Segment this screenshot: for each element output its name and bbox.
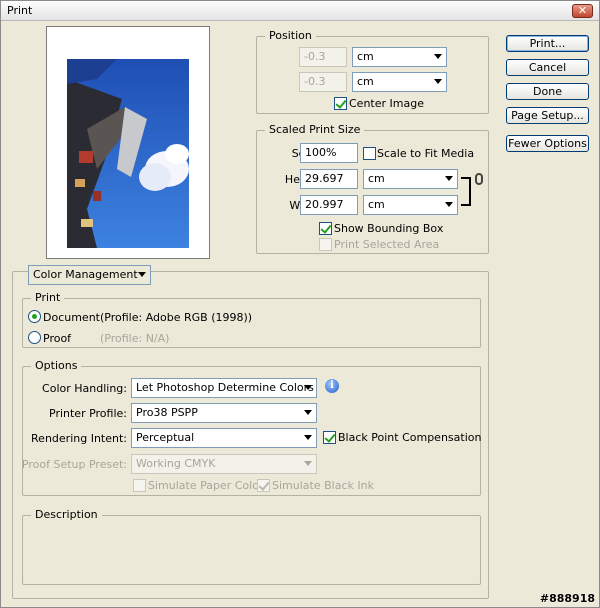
center-image-label: Center Image (349, 97, 424, 110)
simulate-ink-label: Simulate Black Ink (272, 479, 374, 492)
center-image-checkbox[interactable] (334, 97, 347, 110)
chevron-down-icon (304, 385, 312, 390)
chain-link-icon[interactable] (475, 173, 483, 185)
link-bracket (461, 177, 471, 206)
fewer-options-button[interactable]: Fewer Options (506, 135, 589, 152)
print-dialog: Print ✕ Position -0.3 cm -0.3 cm Center … (0, 0, 600, 608)
height-unit-select[interactable]: cm (363, 169, 458, 189)
chevron-down-icon (138, 272, 146, 277)
simulate-ink-checkbox[interactable] (257, 479, 270, 492)
position-group-label: Position (265, 29, 316, 42)
black-point-checkbox[interactable] (323, 431, 336, 444)
title-bar: Print ✕ (1, 1, 599, 21)
window-title: Print (7, 4, 33, 17)
rendering-intent-value: Perceptual (136, 431, 195, 444)
rendering-intent-label: Rendering Intent: (31, 432, 127, 445)
scaled-print-size-label: Scaled Print Size (265, 123, 365, 136)
printer-profile-value: Pro38 PSPP (136, 406, 198, 419)
chevron-down-icon (434, 54, 442, 59)
proof-radio[interactable] (28, 331, 41, 344)
chevron-down-icon (445, 176, 453, 181)
proof-label: Proof (43, 332, 72, 345)
scale-to-fit-label: Scale to Fit Media (377, 147, 475, 160)
info-icon[interactable]: i (325, 379, 339, 393)
height-unit-value: cm (368, 172, 385, 185)
chevron-down-icon (304, 410, 312, 415)
color-management-value: Color Management (33, 268, 138, 281)
simulate-paper-checkbox[interactable] (133, 479, 146, 492)
top-input[interactable]: -0.3 (299, 47, 347, 67)
height-input[interactable]: 29.697 (300, 169, 358, 189)
simulate-paper-label: Simulate Paper Color (148, 479, 264, 492)
black-point-label: Black Point Compensation (338, 431, 482, 444)
print-button[interactable]: Print... (506, 35, 589, 52)
color-handling-select[interactable]: Let Photoshop Determine Colors (131, 378, 317, 398)
chevron-down-icon (434, 79, 442, 84)
width-unit-value: cm (368, 198, 385, 211)
watermark-text: #888918 (539, 592, 595, 605)
show-bounding-box-checkbox[interactable] (319, 222, 332, 235)
document-radio[interactable] (28, 310, 41, 323)
print-selected-area-checkbox[interactable] (319, 238, 332, 251)
scale-input[interactable]: 100% (300, 143, 358, 163)
color-handling-label: Color Handling: (42, 382, 127, 395)
color-management-select[interactable]: Color Management (28, 265, 151, 285)
left-unit-select[interactable]: cm (352, 72, 447, 92)
cancel-button[interactable]: Cancel (506, 59, 589, 76)
top-unit-select[interactable]: cm (352, 47, 447, 67)
close-button[interactable]: ✕ (572, 4, 593, 18)
document-profile-text: (Profile: Adobe RGB (1998)) (100, 311, 253, 324)
chevron-down-icon (304, 461, 312, 466)
proof-profile-text: (Profile: N/A) (100, 332, 170, 345)
scale-to-fit-checkbox[interactable] (363, 147, 376, 160)
width-input[interactable]: 20.997 (300, 195, 358, 215)
rendering-intent-select[interactable]: Perceptual (131, 428, 317, 448)
width-unit-select[interactable]: cm (363, 195, 458, 215)
color-handling-value: Let Photoshop Determine Colors (136, 381, 314, 394)
document-label: Document (43, 311, 100, 324)
print-selected-area-label: Print Selected Area (334, 238, 440, 251)
show-bounding-box-label: Show Bounding Box (334, 222, 444, 235)
printer-profile-select[interactable]: Pro38 PSPP (131, 403, 317, 423)
print-preview (46, 26, 210, 259)
done-button[interactable]: Done (506, 83, 589, 100)
printer-profile-label: Printer Profile: (49, 407, 127, 420)
chevron-down-icon (304, 435, 312, 440)
proof-setup-label: Proof Setup Preset: (21, 458, 127, 471)
print-source-label: Print (31, 291, 65, 304)
page-setup-button[interactable]: Page Setup... (506, 107, 589, 124)
proof-setup-select[interactable]: Working CMYK (131, 454, 317, 474)
left-unit-value: cm (357, 75, 374, 88)
left-input[interactable]: -0.3 (299, 72, 347, 92)
proof-setup-value: Working CMYK (136, 457, 216, 470)
options-label: Options (31, 359, 82, 372)
description-group: Description (22, 508, 481, 585)
description-label: Description (31, 508, 102, 521)
preview-image (67, 59, 189, 248)
top-unit-value: cm (357, 50, 374, 63)
chevron-down-icon (445, 202, 453, 207)
